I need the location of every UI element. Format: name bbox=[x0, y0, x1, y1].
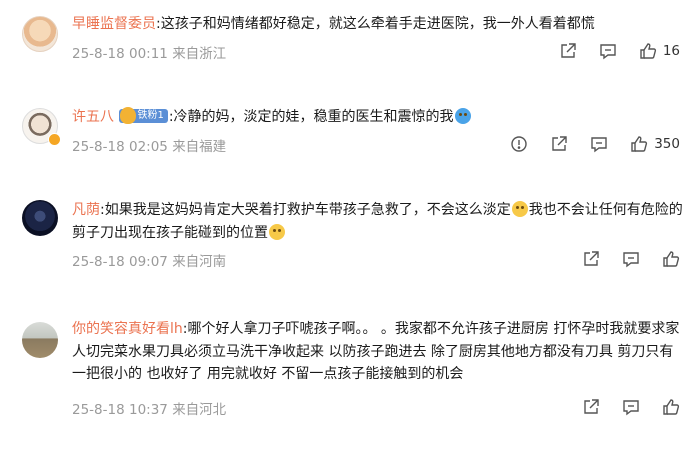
comment-time: 25-8-18 02:05 bbox=[72, 139, 168, 155]
like-icon[interactable] bbox=[662, 398, 680, 416]
username-link[interactable]: 凡荫 bbox=[72, 202, 100, 218]
comment-icon[interactable] bbox=[622, 398, 640, 416]
comment-first-line: 许五八 铁粉1:冷静的妈，淡定的娃，稳重的医生和震惊的我 bbox=[72, 106, 472, 128]
username-link[interactable]: 早睡监督委员 bbox=[72, 16, 156, 32]
username-link[interactable]: 你的笑容真好看lh bbox=[72, 321, 183, 337]
comment-meta: 25-8-18 00:11 来自浙江 bbox=[72, 42, 226, 62]
comment-location: 来自河南 bbox=[172, 254, 227, 270]
comment-time: 25-8-18 00:11 bbox=[72, 46, 168, 62]
comment-icon[interactable] bbox=[599, 42, 617, 60]
comment-first-line: 早睡监督委员:这孩子和妈情绪都好稳定，就这么牵着手走进医院，我一外人看着都慌 bbox=[72, 13, 595, 35]
like-button[interactable]: 16 bbox=[639, 42, 680, 60]
fan-badge-icon bbox=[120, 107, 137, 124]
like-button[interactable]: 350 bbox=[630, 135, 680, 153]
smile-emoji bbox=[511, 201, 528, 217]
fan-badge[interactable]: 铁粉1 bbox=[119, 107, 168, 124]
comment-time: 25-8-18 10:37 bbox=[72, 402, 168, 418]
share-icon[interactable] bbox=[582, 250, 600, 268]
comment-time: 25-8-18 09:07 bbox=[72, 254, 168, 270]
like-count: 350 bbox=[654, 136, 680, 152]
comment-text: :如果我是这妈妈肯定大哭着打救护车带孩子急救了，不会这么淡定 bbox=[100, 202, 511, 218]
like-icon bbox=[639, 42, 657, 60]
comment-actions: 350 bbox=[488, 135, 680, 153]
report-icon[interactable] bbox=[510, 135, 528, 153]
user-avatar[interactable] bbox=[22, 322, 58, 358]
comment-text: :这孩子和妈情绪都好稳定，就这么牵着手走进医院，我一外人看着都慌 bbox=[156, 16, 595, 32]
comment-body: 凡荫:如果我是这妈妈肯定大哭着打救护车带孩子急救了，不会这么淡定 我也不会让任何有… bbox=[72, 199, 684, 244]
like-icon[interactable] bbox=[662, 250, 680, 268]
like-icon bbox=[630, 135, 648, 153]
user-avatar[interactable] bbox=[22, 16, 58, 52]
verified-badge-icon bbox=[48, 133, 61, 146]
doraemon-emoji bbox=[454, 108, 471, 124]
share-icon[interactable] bbox=[559, 42, 577, 60]
user-avatar[interactable] bbox=[22, 200, 58, 236]
comment-location: 来自福建 bbox=[172, 139, 227, 155]
comment-body: 你的笑容真好看lh:哪个好人拿刀子吓唬孩子啊。。 。我家都不允许孩子进厨房 打怀… bbox=[72, 318, 684, 386]
comment-meta: 25-8-18 02:05 来自福建 bbox=[72, 135, 226, 155]
share-icon[interactable] bbox=[550, 135, 568, 153]
smile-emoji bbox=[269, 223, 285, 240]
username-link[interactable]: 许五八 bbox=[72, 109, 114, 125]
comment-actions bbox=[560, 398, 680, 416]
comment-actions: 16 bbox=[537, 42, 680, 60]
comment-meta: 25-8-18 10:37 来自河北 bbox=[72, 398, 226, 418]
comment-text: :冷静的妈，淡定的娃，稳重的医生和震惊的我 bbox=[168, 109, 454, 125]
share-icon[interactable] bbox=[582, 398, 600, 416]
comment-location: 来自河北 bbox=[172, 402, 227, 418]
comment-icon[interactable] bbox=[590, 135, 608, 153]
like-count: 16 bbox=[662, 43, 680, 59]
comment-location: 来自浙江 bbox=[172, 46, 227, 62]
comment-icon[interactable] bbox=[622, 250, 640, 268]
comment-actions bbox=[560, 250, 680, 268]
comment-meta: 25-8-18 09:07 来自河南 bbox=[72, 250, 226, 270]
